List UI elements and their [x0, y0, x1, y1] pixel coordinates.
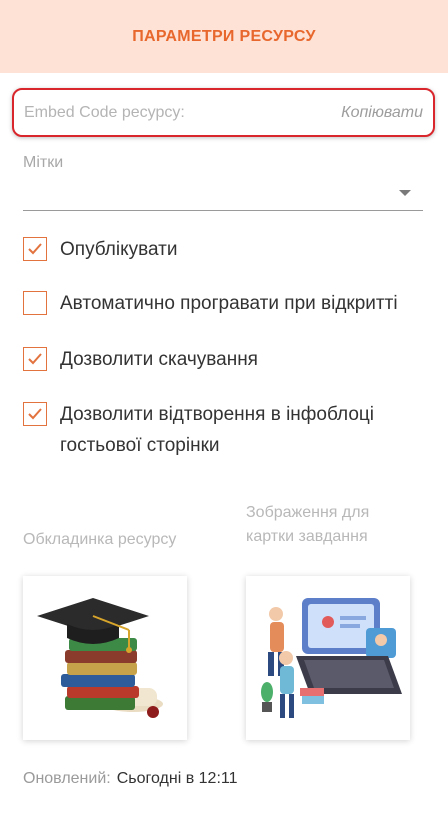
- option-label: Дозволити відтворення в інфоблоці гостьо…: [60, 404, 374, 456]
- copy-embed-link[interactable]: Копіювати: [341, 104, 423, 122]
- option-guest-play[interactable]: Дозволити відтворення в інфоблоці гостьо…: [23, 402, 430, 461]
- task-image-label: Зображення для картки завдання: [246, 504, 370, 545]
- task-card-image[interactable]: [246, 576, 410, 740]
- tags-dropdown[interactable]: [23, 178, 423, 211]
- option-download[interactable]: Дозволити скачування: [23, 347, 430, 375]
- guest-play-checkbox[interactable]: [23, 402, 47, 426]
- updated-value: Сьогодні в 12:11: [116, 770, 238, 787]
- embed-code-label: Embed Code ресурсу:: [24, 103, 185, 121]
- option-label: Опублікувати: [60, 239, 178, 260]
- cover-label: Обкладинка ресурсу: [23, 531, 177, 548]
- checkmark-icon: [28, 353, 42, 365]
- checkmark-icon: [28, 408, 42, 420]
- option-label: Автоматично програвати при відкритті: [60, 293, 398, 314]
- online-learning-illustration-icon: [261, 598, 402, 718]
- chevron-down-icon[interactable]: [399, 190, 411, 196]
- cover-image[interactable]: [23, 576, 187, 740]
- books-graduation-cap-icon: [37, 598, 163, 718]
- checkmark-icon: [28, 243, 42, 255]
- option-label: Дозволити скачування: [60, 349, 258, 370]
- updated-label: Оновлений:: [23, 770, 111, 787]
- page-title: ПАРАМЕТРИ РЕСУРСУ: [132, 27, 316, 45]
- tags-label: Мітки: [23, 154, 64, 171]
- option-autoplay[interactable]: Автоматично програвати при відкритті: [23, 291, 430, 319]
- updated-info: Оновлений: Сьогодні в 12:11: [23, 770, 238, 788]
- header-bar: ПАРАМЕТРИ РЕСУРСУ: [0, 0, 448, 73]
- autoplay-checkbox[interactable]: [23, 291, 47, 315]
- embed-code-field: Embed Code ресурсу: Копіювати: [12, 88, 435, 137]
- download-checkbox[interactable]: [23, 347, 47, 371]
- publish-checkbox[interactable]: [23, 237, 47, 261]
- option-publish[interactable]: Опублікувати: [23, 237, 430, 265]
